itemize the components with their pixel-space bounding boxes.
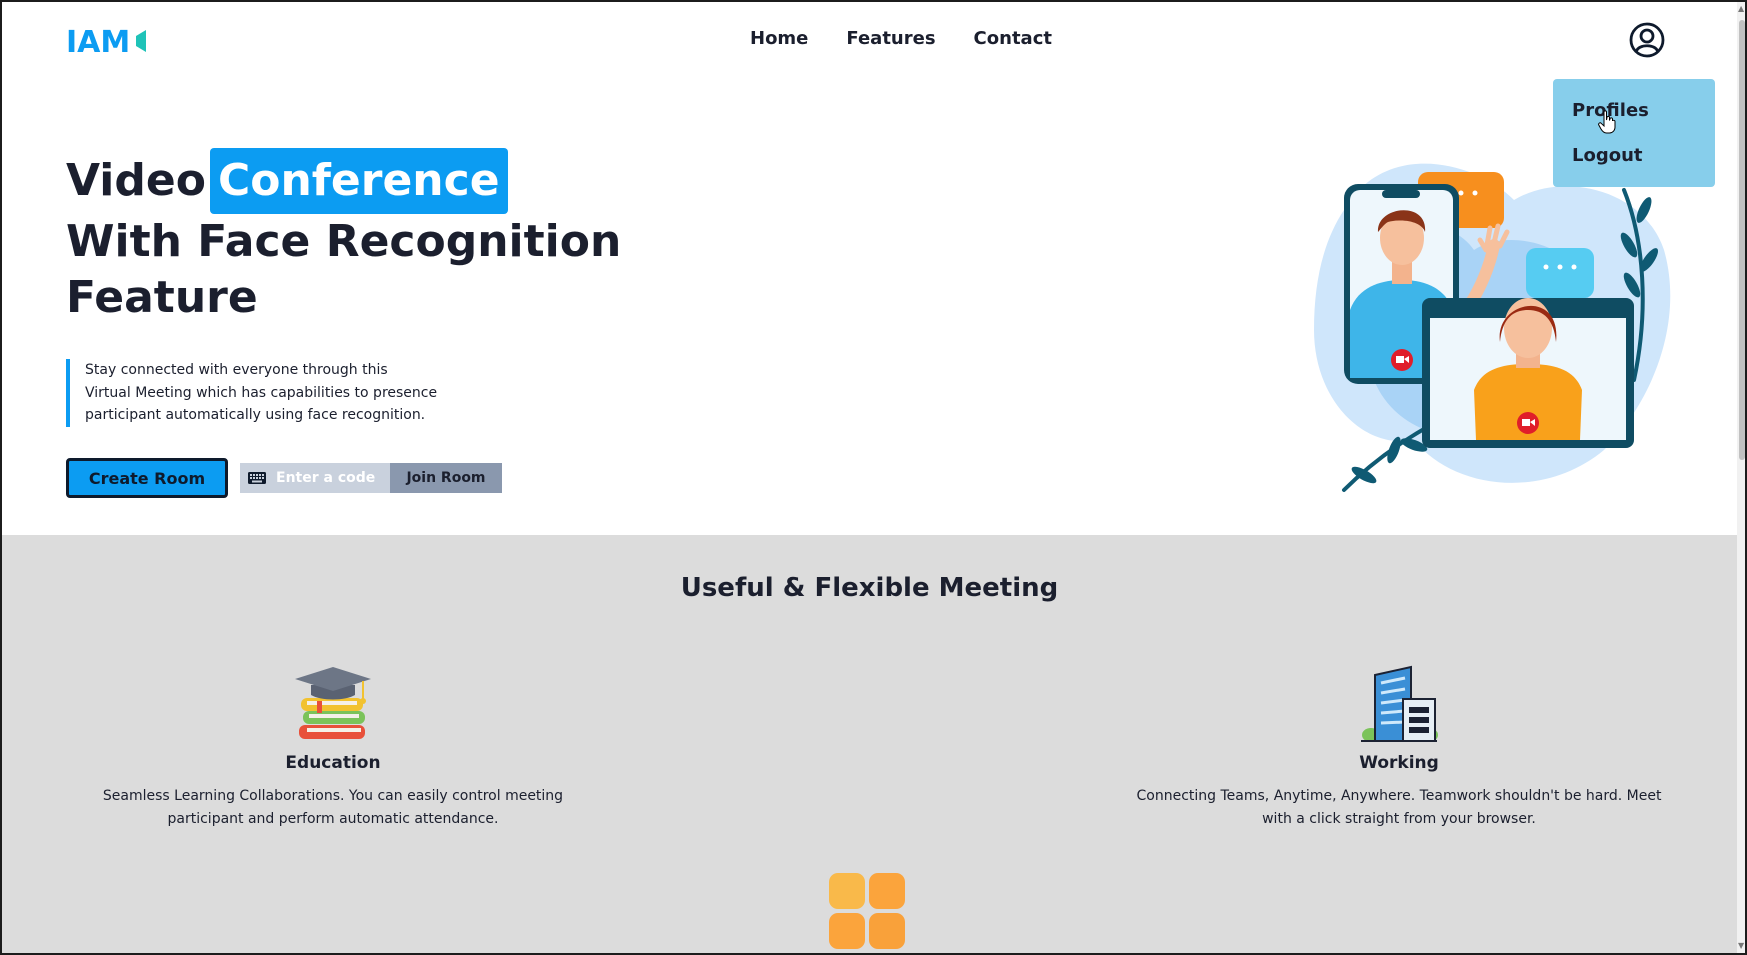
browser-viewport: IAM Home Features Contact Profiles Logou… [0,0,1747,955]
create-room-button[interactable]: Create Room [66,458,228,498]
description-line: participant automatically using face rec… [85,407,426,423]
features-section: Useful & Flexible Meeting Education Seam… [2,535,1737,953]
office-building-icon [1361,665,1438,742]
main-nav: Home Features Contact [750,28,1052,49]
user-account-icon[interactable] [1629,22,1665,58]
nav-features[interactable]: Features [846,28,935,49]
nav-home[interactable]: Home [750,28,808,49]
apps-grid-icon [829,873,905,949]
video-call-illustration [1314,163,1671,492]
feature-card-working: Working Connecting Teams, Anytime, Anywh… [1119,665,1679,830]
scroll-up-arrow-icon[interactable]: ▲ [1738,4,1744,13]
feature-title: Education [285,753,381,773]
profile-dropdown: Profiles Logout [1553,79,1715,187]
description-line: Stay connected with everyone through thi… [85,362,388,378]
title-highlight: Conference [209,148,508,214]
feature-text: Connecting Teams, Anytime, Anywhere. Tea… [1136,788,1662,827]
scrollbar-thumb[interactable] [1739,20,1745,460]
feature-card-education: Education Seamless Learning Collaboratio… [53,665,613,830]
title-word-video: Video [66,155,206,206]
title-line-2: With Face Recognition [66,216,622,267]
hero-title: Video Conference With Face Recognition Fe… [66,148,621,326]
room-actions: Create Room Join Room [66,458,502,498]
scroll-down-arrow-icon[interactable]: ▼ [1738,941,1744,950]
hand-cursor-icon [1598,110,1616,134]
site-header: IAM Home Features Contact [2,2,1737,80]
logo-text: IAM [66,26,130,56]
iam-logo[interactable]: IAM [66,26,146,56]
description-line: Virtual Meeting which has capabilities t… [85,384,438,401]
keyboard-icon [248,472,266,484]
title-line-3: Feature [66,272,258,323]
graduation-books-icon [295,667,371,739]
feature-title: Working [1359,753,1439,773]
feature-text: Seamless Learning Collaborations. You ca… [102,788,564,827]
vertical-scrollbar[interactable]: ▲ ▼ [1737,2,1745,953]
hero-description: Stay connected with everyone through thi… [66,359,466,427]
room-code-input[interactable] [276,470,386,486]
nav-contact[interactable]: Contact [974,28,1052,49]
room-code-field[interactable] [240,463,390,493]
dropdown-profiles[interactable]: Profiles [1572,99,1715,123]
dropdown-logout[interactable]: Logout [1572,144,1715,168]
join-room-button[interactable]: Join Room [390,463,502,493]
features-heading: Useful & Flexible Meeting [680,573,1059,603]
